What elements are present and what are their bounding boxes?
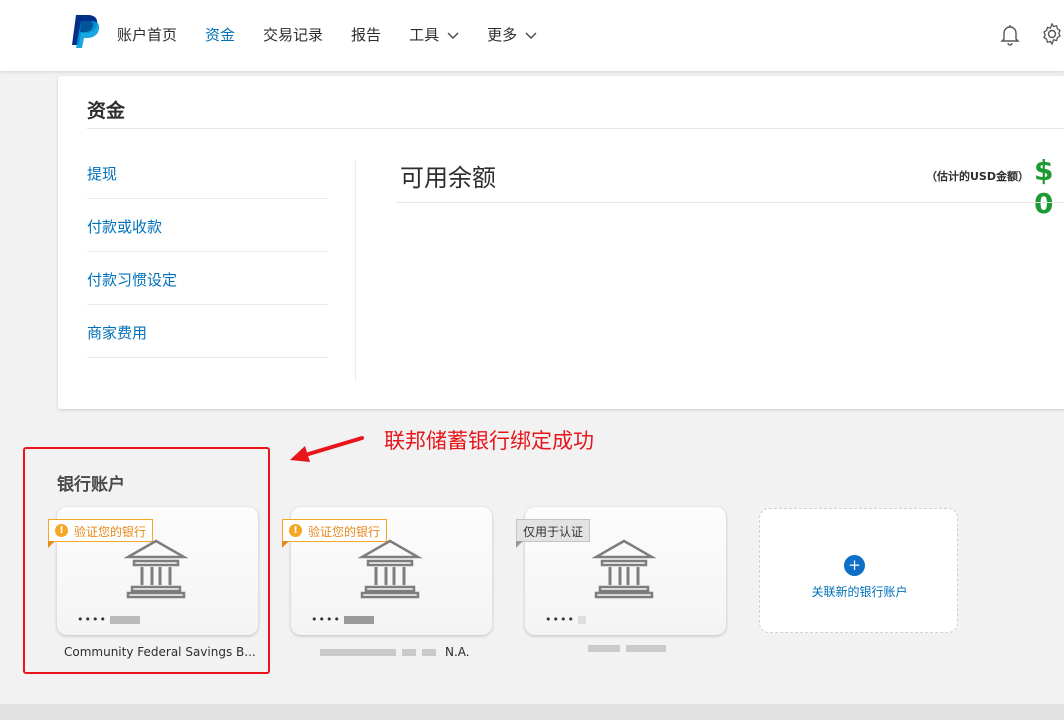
nav-item-label: 资金 (205, 26, 236, 44)
usd-estimate-note: （估计的USD金额） (926, 170, 1029, 183)
nav-item-reports[interactable]: 报告 (351, 24, 381, 45)
redacted-digits (109, 615, 140, 624)
badge-tail (282, 541, 289, 548)
redacted-bank-name (320, 648, 396, 656)
warning-icon: ! (289, 524, 302, 537)
menu-item-withdraw[interactable]: 提现 (87, 146, 328, 199)
page-footer-edge (0, 704, 1064, 720)
nav-item-tools[interactable]: 工具 (409, 24, 459, 45)
divider (396, 202, 1064, 203)
masked-account-number: •••• (311, 613, 374, 626)
badge-tail (516, 541, 523, 548)
page-title: 资金 (87, 100, 126, 122)
bank-name-text: N.A. (445, 645, 470, 659)
plus-icon: + (844, 555, 865, 576)
nav-item-summary[interactable]: 账户首页 (117, 24, 177, 45)
bank-icon (358, 539, 422, 599)
add-bank-account-card[interactable]: + 关联新的银行账户 (759, 508, 958, 633)
main-nav: 账户首页 资金 交易记录 报告 工具 更多 (117, 24, 565, 45)
gear-icon[interactable] (1040, 22, 1064, 46)
bank-icon (124, 539, 188, 599)
nav-item-label: 更多 (487, 26, 518, 44)
nav-item-label: 报告 (351, 26, 382, 44)
menu-item-payment-preferences[interactable]: 付款习惯设定 (87, 252, 328, 305)
nav-item-more[interactable]: 更多 (487, 24, 537, 45)
masked-account-number: •••• (77, 613, 140, 626)
bank-card[interactable]: ! 验证您的银行 •••• (48, 507, 258, 635)
nav-item-label: 账户首页 (117, 26, 178, 44)
menu-item-pay-or-receive[interactable]: 付款或收款 (87, 199, 328, 252)
chevron-down-icon (525, 32, 537, 39)
bank-name: N.A. (320, 645, 470, 659)
annotation-text: 联邦储蓄银行绑定成功 (384, 429, 594, 453)
paypal-logo[interactable] (70, 13, 102, 49)
bank-card[interactable]: ! 验证您的银行 •••• (282, 507, 492, 635)
chevron-down-icon (447, 32, 459, 39)
redacted-bank-name (588, 645, 620, 652)
balance-amount: $ 0 (1034, 154, 1054, 220)
redacted-digits (577, 615, 586, 624)
bank-name: Community Federal Savings B... (64, 645, 256, 659)
masked-account-number: •••• (545, 613, 586, 626)
add-bank-account-label: 关联新的银行账户 (811, 585, 908, 599)
bell-icon[interactable] (998, 22, 1022, 46)
verification-only-badge: 仅用于认证 (516, 519, 591, 548)
badge-tail (48, 541, 55, 548)
masked-dots: •••• (311, 613, 341, 626)
warning-icon: ! (55, 524, 68, 537)
bank-accounts-title: 银行账户 (57, 475, 125, 495)
nav-item-funds[interactable]: 资金 (205, 24, 235, 45)
divider (87, 128, 1064, 129)
redacted-bank-name (402, 648, 416, 656)
bank-card[interactable]: 仅用于认证 •••• (516, 507, 726, 635)
bank-name-text: Community Federal Savings B... (64, 645, 256, 659)
funds-side-menu: 提现 付款或收款 付款习惯设定 商家费用 (87, 146, 328, 358)
badge-label: 仅用于认证 (523, 525, 584, 539)
nav-item-label: 交易记录 (263, 26, 324, 44)
annotation-arrow-icon (290, 436, 364, 462)
nav-item-label: 工具 (409, 26, 440, 44)
redacted-bank-name (422, 648, 436, 656)
balance-label: 可用余额 (400, 164, 496, 192)
bank-icon (592, 539, 656, 599)
masked-dots: •••• (545, 613, 575, 626)
menu-item-merchant-fees[interactable]: 商家费用 (87, 305, 328, 358)
nav-item-activity[interactable]: 交易记录 (263, 24, 323, 45)
redacted-bank-name (626, 645, 666, 652)
top-navigation: 账户首页 资金 交易记录 报告 工具 更多 (0, 0, 1064, 71)
divider (355, 160, 356, 382)
funds-card: 资金 提现 付款或收款 付款习惯设定 商家费用 可用余额 （估计的USD金额） … (58, 76, 1064, 409)
redacted-digits (343, 615, 374, 624)
masked-dots: •••• (77, 613, 107, 626)
bank-name (588, 645, 672, 652)
